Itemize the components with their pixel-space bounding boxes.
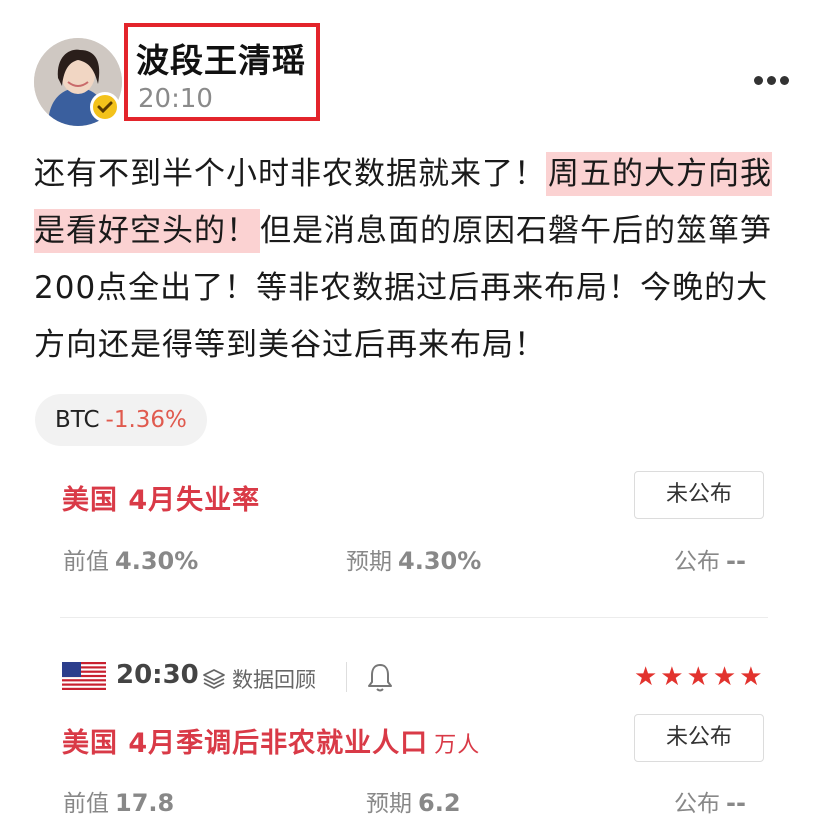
previous-label: 前值	[63, 791, 109, 817]
event-previous: 前值 17.8	[63, 784, 174, 818]
event-title: 美国 4月失业率	[62, 478, 260, 517]
event-title-text: 美国 4月季调后非农就业人口	[62, 728, 429, 759]
event-status-button[interactable]: 未公布	[634, 714, 764, 762]
actual-value: --	[726, 547, 746, 575]
post-time: 20:10	[138, 84, 213, 114]
event-title-text: 美国 4月失业率	[62, 485, 261, 516]
forecast-value: 4.30%	[398, 547, 482, 575]
event-forecast: 预期 4.30%	[346, 542, 481, 576]
event-status-button[interactable]: 未公布	[634, 471, 764, 519]
actual-value: --	[726, 789, 746, 817]
post-body-part1: 还有不到半个小时非农数据就来了！	[34, 156, 546, 192]
review-label: 数据回顾	[232, 668, 316, 692]
author-name[interactable]: 波段王清瑶	[136, 34, 306, 82]
previous-value: 17.8	[115, 789, 175, 817]
actual-label: 公布	[674, 549, 720, 575]
ticker-chip[interactable]: BTC -1.36%	[35, 394, 207, 446]
event-forecast: 预期 6.2	[366, 784, 461, 818]
event-unit: 万人	[434, 733, 481, 758]
divider	[60, 617, 768, 618]
forecast-label: 预期	[366, 791, 412, 817]
forecast-label: 预期	[346, 549, 392, 575]
post-body: 还有不到半个小时非农数据就来了！周五的大方向我是看好空头的！但是消息面的原因石磐…	[34, 146, 794, 374]
previous-value: 4.30%	[115, 547, 199, 575]
separator	[346, 662, 347, 692]
event-time: 20:30	[116, 660, 199, 690]
importance-stars: ★★★★★	[634, 662, 766, 692]
event-actual: 公布 --	[674, 542, 746, 576]
more-icon[interactable]	[754, 70, 798, 88]
verified-icon	[90, 92, 120, 122]
ticker-symbol: BTC	[55, 407, 100, 433]
bell-icon[interactable]	[366, 661, 394, 693]
us-flag-icon	[62, 662, 106, 690]
event-previous: 前值 4.30%	[63, 542, 198, 576]
layers-icon	[202, 668, 226, 695]
event-title: 美国 4月季调后非农就业人口 万人	[62, 721, 480, 760]
forecast-value: 6.2	[418, 789, 461, 817]
ticker-change: -1.36%	[105, 407, 187, 433]
actual-label: 公布	[674, 791, 720, 817]
data-review-link[interactable]: 数据回顾	[202, 664, 316, 695]
event-actual: 公布 --	[674, 784, 746, 818]
previous-label: 前值	[63, 549, 109, 575]
